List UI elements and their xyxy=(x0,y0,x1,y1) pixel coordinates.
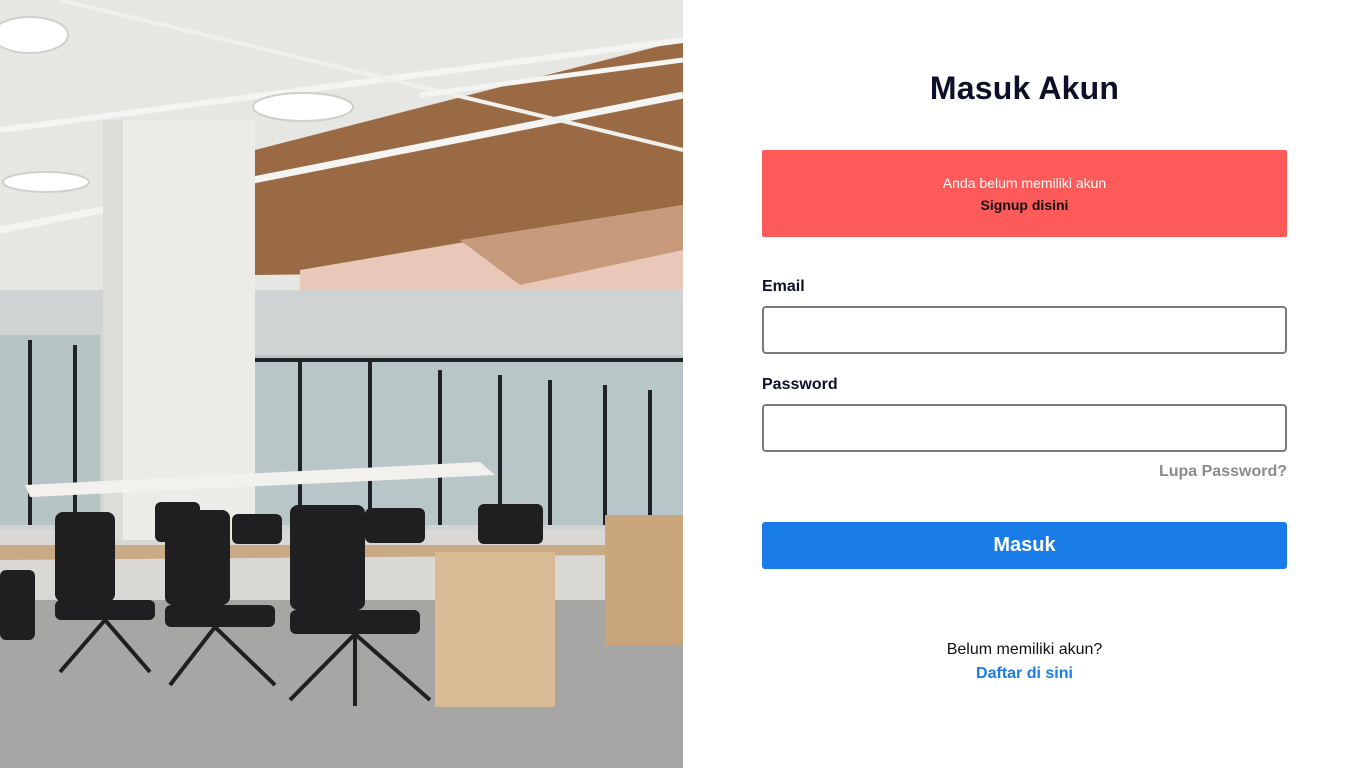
login-button[interactable]: Masuk xyxy=(762,522,1287,569)
password-field[interactable] xyxy=(762,404,1287,452)
password-label: Password xyxy=(762,376,838,393)
email-field[interactable] xyxy=(762,306,1287,354)
office-photo xyxy=(0,0,683,768)
no-account-alert: Anda belum memiliki akun Signup disini xyxy=(762,150,1287,237)
register-link[interactable]: Daftar di sini xyxy=(683,665,1366,683)
login-panel: Masuk Akun Anda belum memiliki akun Sign… xyxy=(683,0,1366,768)
signup-question: Belum memiliki akun? xyxy=(946,641,1103,658)
page-title: Masuk Akun xyxy=(929,70,1120,106)
forgot-password-link[interactable]: Lupa Password? xyxy=(762,463,1287,481)
email-label: Email xyxy=(762,278,805,295)
alert-signup-link[interactable]: Signup disini xyxy=(762,197,1287,213)
alert-message: Anda belum memiliki akun xyxy=(942,175,1107,191)
